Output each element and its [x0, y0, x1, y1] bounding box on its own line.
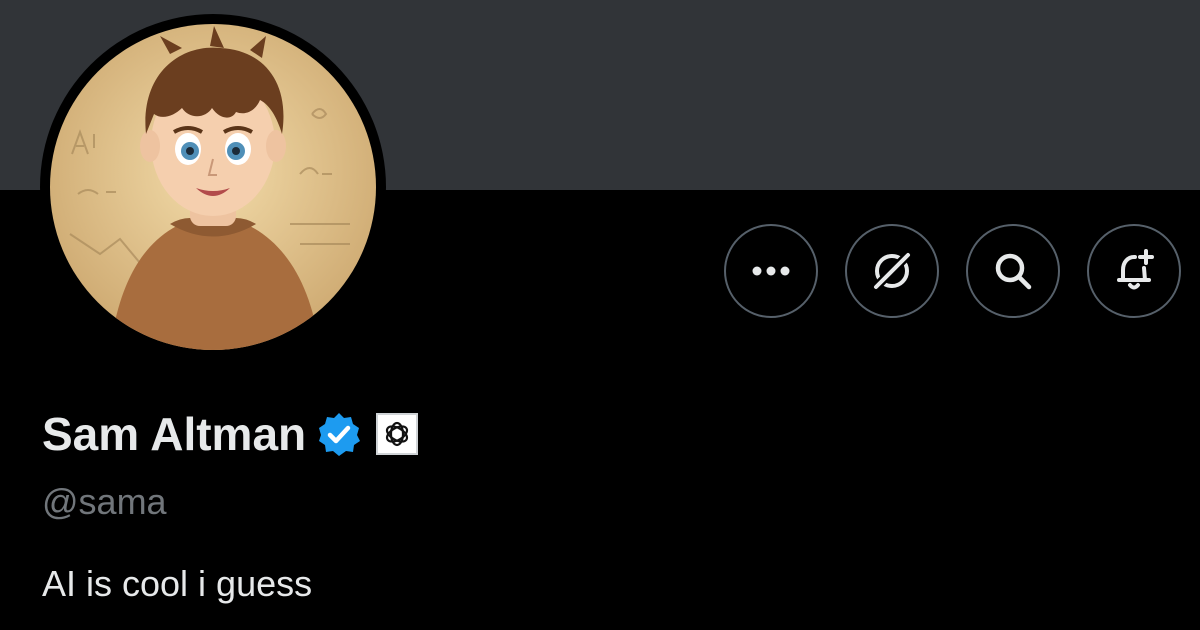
name-row: Sam Altman [42, 404, 419, 464]
grok-icon [871, 250, 913, 292]
bell-plus-icon [1117, 249, 1154, 290]
grok-button[interactable] [845, 224, 939, 318]
search-icon [995, 253, 1032, 290]
avatar[interactable] [50, 24, 376, 350]
verified-badge-icon[interactable] [316, 411, 362, 457]
more-options-button[interactable] [724, 224, 818, 318]
search-button[interactable] [966, 224, 1060, 318]
display-name: Sam Altman [42, 408, 307, 460]
ellipsis-icon [752, 266, 790, 276]
user-handle: @sama [42, 481, 167, 522]
openai-logo-icon[interactable] [376, 413, 419, 455]
profile-bio: AI is cool i guess [42, 563, 313, 604]
notifications-button[interactable] [1087, 224, 1181, 318]
